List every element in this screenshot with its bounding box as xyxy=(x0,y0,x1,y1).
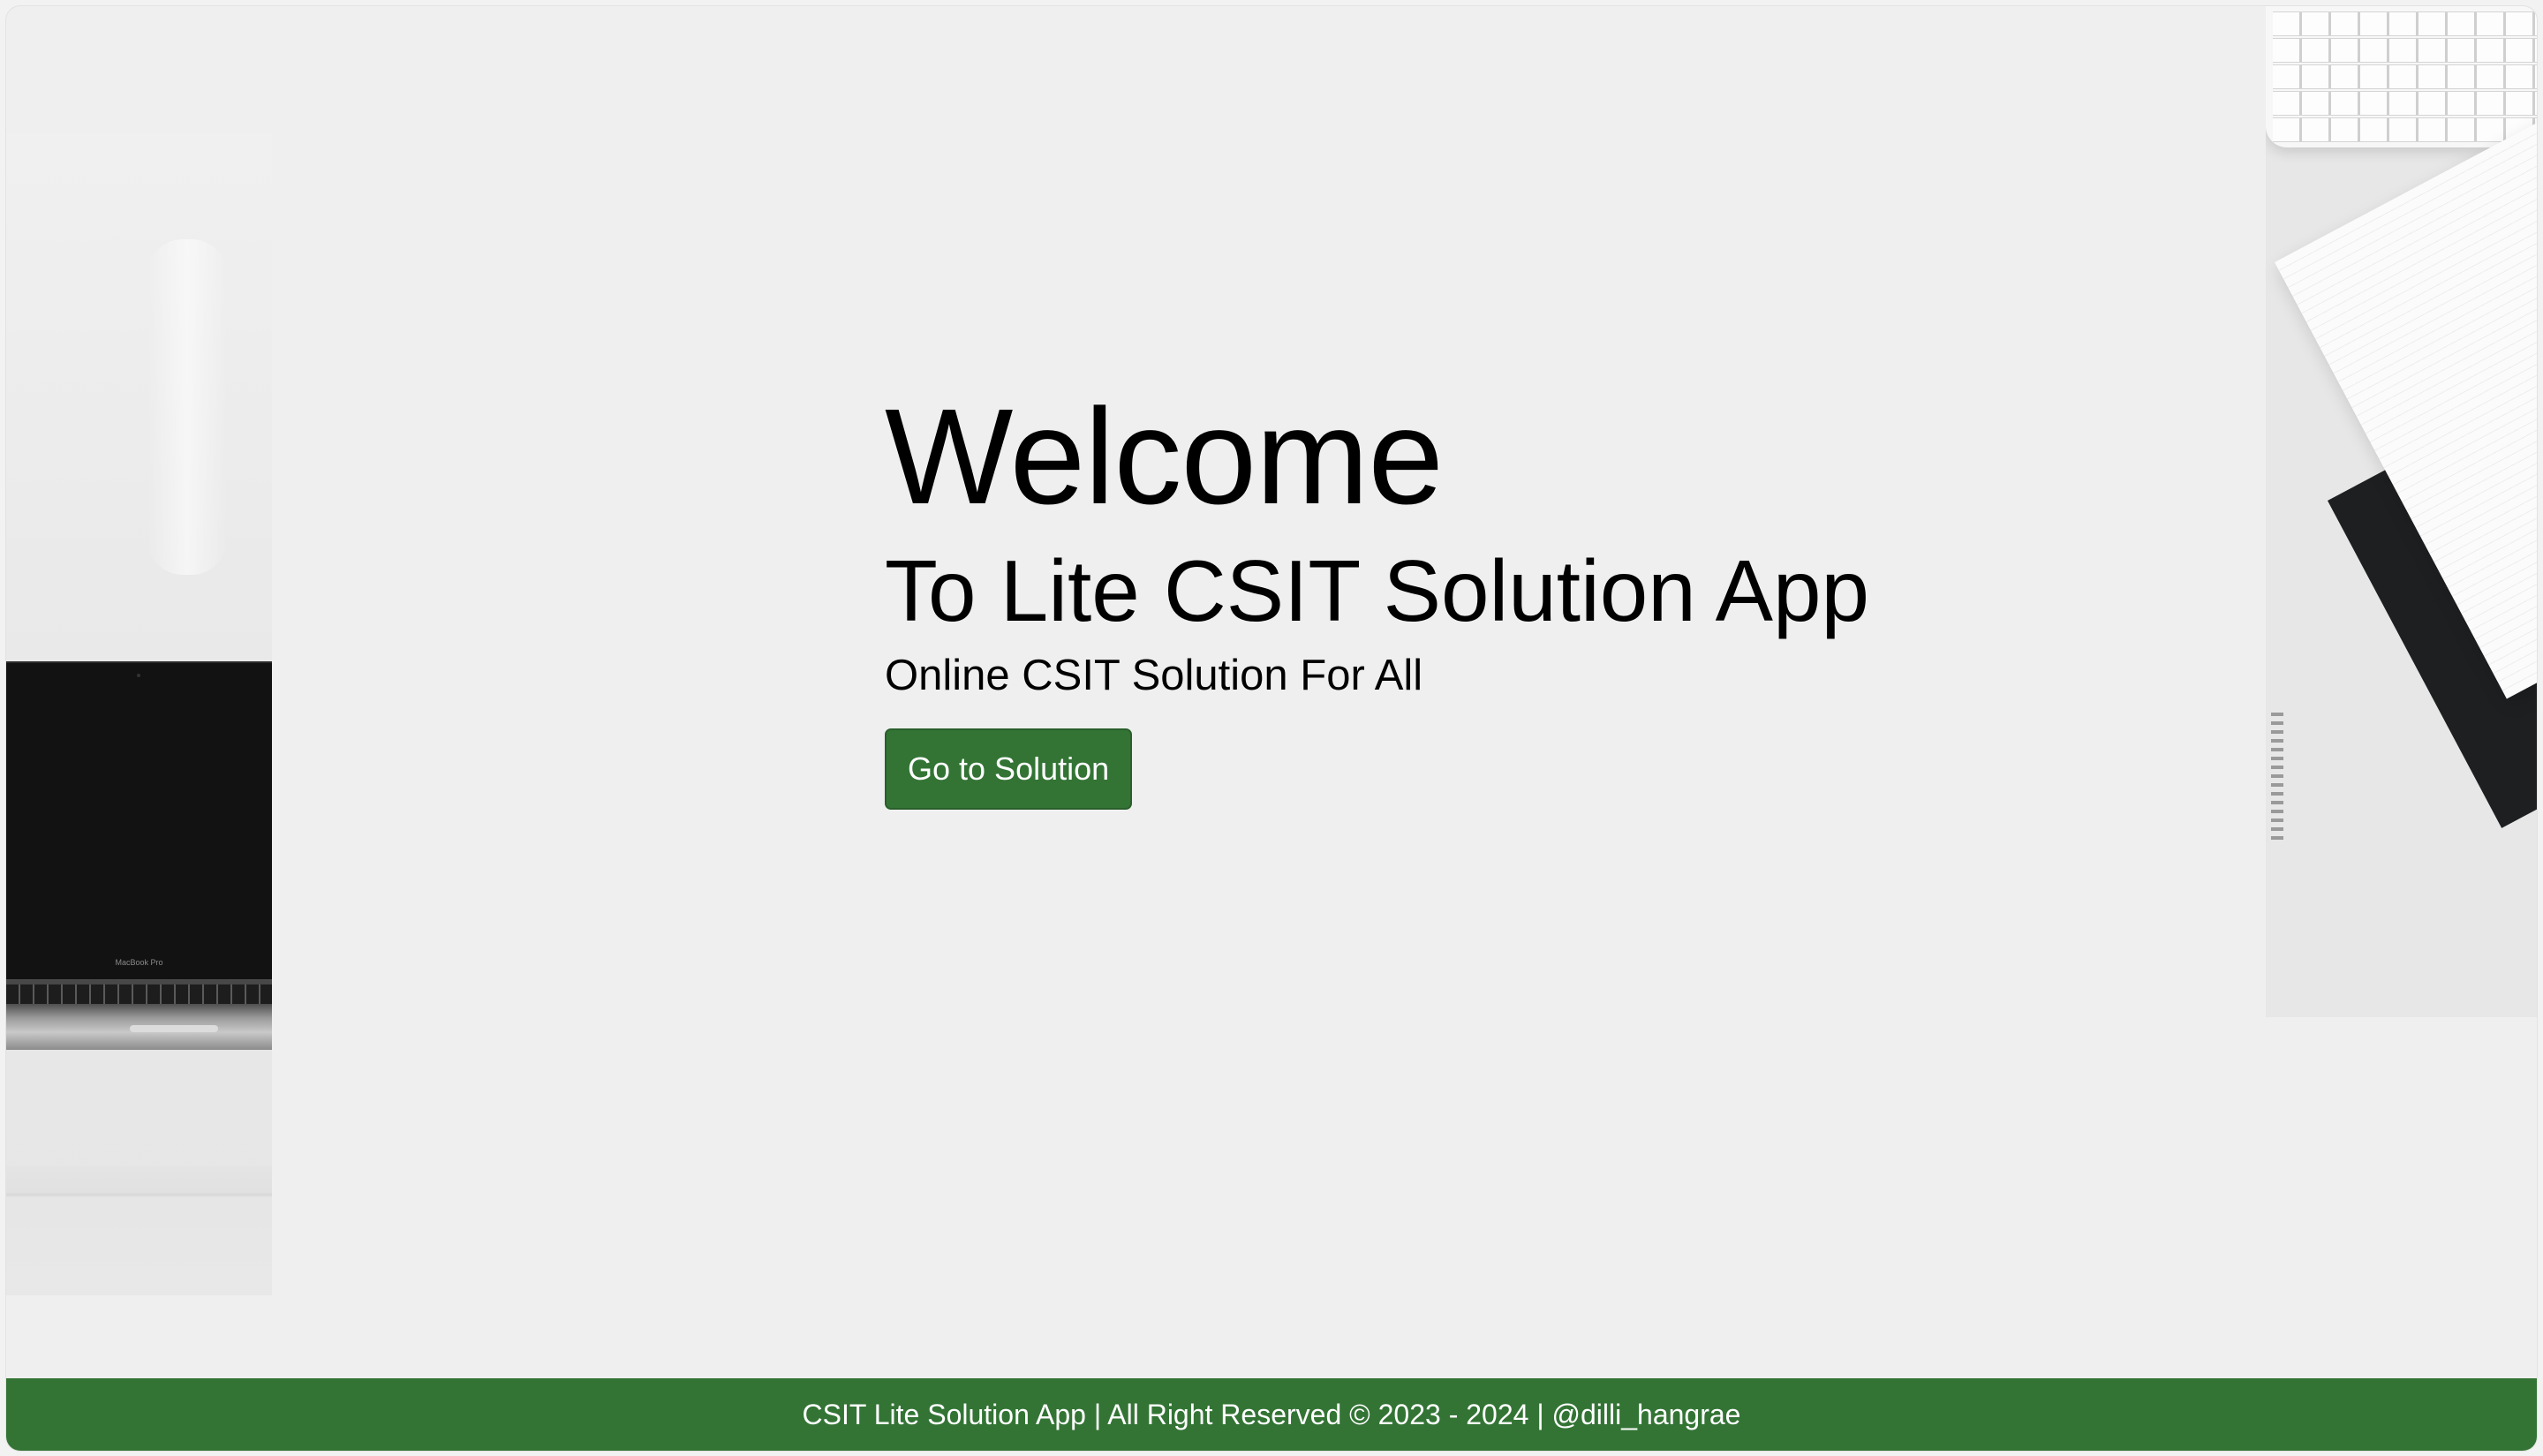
hero-tagline: Online CSIT Solution For All xyxy=(885,652,1423,699)
keyboard xyxy=(2266,6,2537,147)
hero-section: Welcome To Lite CSIT Solution App Online… xyxy=(885,377,1944,810)
light-reflection xyxy=(147,239,227,575)
laptop-camera xyxy=(137,674,140,677)
keyboard-row xyxy=(2273,11,2537,36)
notebook-spiral xyxy=(2271,713,2283,845)
footer: CSIT Lite Solution App | All Right Reser… xyxy=(6,1378,2537,1451)
keyboard-row xyxy=(2273,38,2537,63)
laptop-screen: MacBook Pro xyxy=(6,661,272,981)
go-to-solution-button[interactable]: Go to Solution xyxy=(885,728,1133,810)
keyboard-row xyxy=(2273,91,2537,116)
laptop-trackpad-notch xyxy=(130,1025,218,1032)
keyboard-row xyxy=(2273,117,2537,142)
footer-text: CSIT Lite Solution App | All Right Reser… xyxy=(802,1399,1741,1430)
hero-title: Welcome xyxy=(885,381,1444,532)
page-window: MacBook Pro Welcome To Lite CSIT Solutio… xyxy=(6,6,2537,1451)
keyboard-notebook-image xyxy=(2266,6,2537,1017)
keyboard-row xyxy=(2273,64,2537,89)
laptop-keyboard-base xyxy=(6,979,272,1050)
laptop-keys xyxy=(6,984,272,1004)
laptop-desk-image: MacBook Pro xyxy=(6,133,272,1295)
hero-subtitle: To Lite CSIT Solution App xyxy=(885,542,1869,639)
laptop-brand-label: MacBook Pro xyxy=(115,958,163,967)
desk-edge xyxy=(6,1166,272,1295)
